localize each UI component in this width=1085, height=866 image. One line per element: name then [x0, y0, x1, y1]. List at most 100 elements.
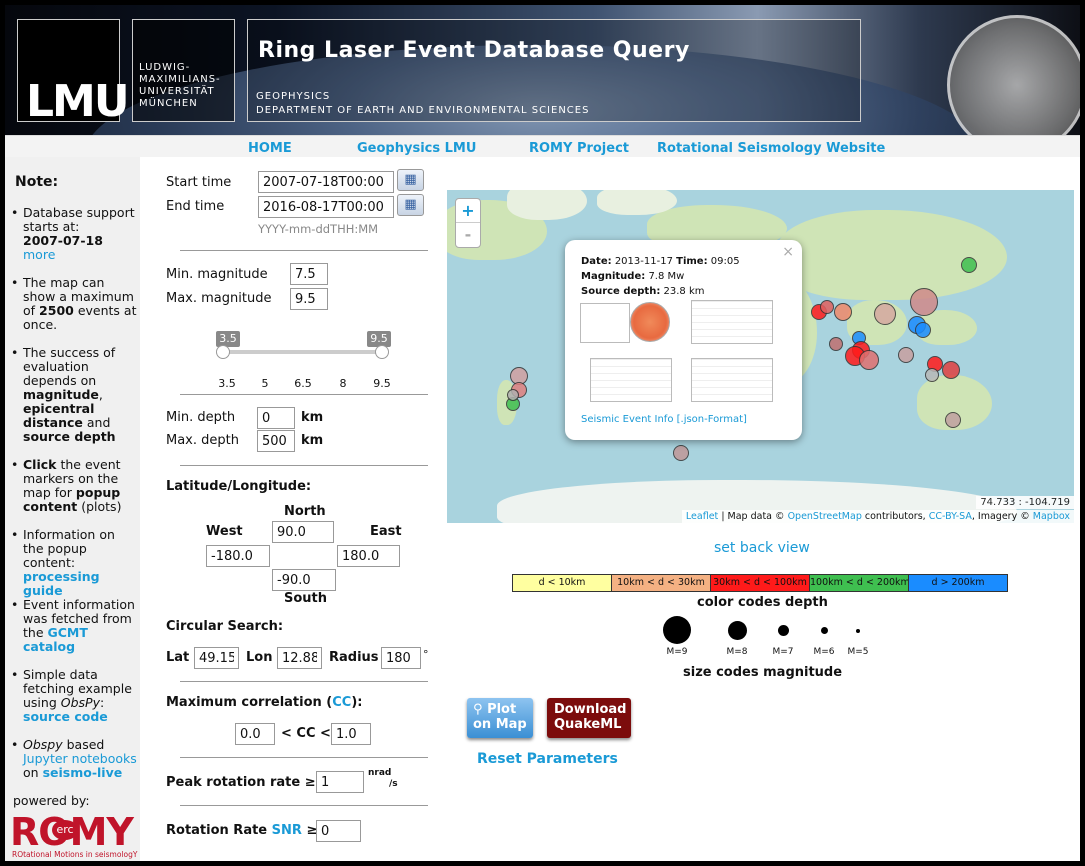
north-input[interactable]	[272, 521, 334, 543]
depth-bin: 30km < d < 100km	[711, 575, 810, 591]
event-marker[interactable]	[961, 257, 977, 273]
land-shape	[507, 190, 587, 220]
popup-plot-thumbnail[interactable]	[590, 358, 672, 402]
depth-bin: d < 10km	[513, 575, 612, 591]
zoom-control: + -	[455, 198, 481, 248]
lat-input[interactable]	[194, 647, 239, 669]
magnitude-legend-caption: size codes magnitude	[683, 665, 843, 680]
cc-max-input[interactable]	[331, 723, 371, 745]
cc-by-sa-link[interactable]: CC-BY-SA	[929, 511, 972, 522]
zoom-in-button[interactable]: +	[456, 199, 480, 223]
end-time-input[interactable]	[258, 196, 394, 218]
popup-plot-thumbnail[interactable]	[580, 303, 630, 343]
event-marker[interactable]	[829, 337, 843, 351]
note-bold: source depth	[23, 429, 116, 444]
processing-guide-link[interactable]: processing guide	[23, 569, 100, 598]
cc-min-input[interactable]	[235, 723, 275, 745]
nav-home-link[interactable]: HOME	[248, 141, 292, 156]
popup-label: Magnitude:	[581, 271, 646, 282]
popup-depth: 23.8 km	[663, 286, 705, 297]
depth-bin: 100km < d < 200km	[810, 575, 909, 591]
event-marker[interactable]	[507, 389, 519, 401]
lmu-logo-box[interactable]: LMU	[17, 19, 130, 127]
slider-high-handle[interactable]	[375, 345, 389, 359]
plot-on-map-button[interactable]: ⚲ Plot on Map	[467, 698, 533, 738]
radius-input[interactable]	[381, 647, 421, 669]
west-input[interactable]	[206, 545, 270, 567]
zoom-out-button[interactable]: -	[456, 223, 480, 247]
leaflet-link[interactable]: Leaflet	[686, 511, 718, 522]
min-magnitude-input[interactable]	[290, 263, 328, 285]
download-quakeml-button[interactable]: Download QuakeML	[547, 698, 631, 738]
nav-geophysics-link[interactable]: Geophysics LMU	[357, 141, 476, 156]
reset-parameters-link[interactable]: Reset Parameters	[477, 751, 618, 767]
seismo-live-link[interactable]: seismo-live	[43, 765, 123, 780]
max-depth-input[interactable]	[257, 430, 295, 452]
east-input[interactable]	[337, 545, 400, 567]
snr-input[interactable]	[316, 820, 361, 842]
page-title: Ring Laser Event Database Query	[258, 38, 690, 63]
end-calendar-icon[interactable]: ▦	[397, 194, 424, 216]
max-events-number: 2500	[39, 303, 74, 318]
nav-rotational-link[interactable]: Rotational Seismology Website	[657, 141, 885, 156]
event-marker[interactable]	[820, 300, 834, 314]
peak-rotation-input[interactable]	[316, 771, 364, 793]
close-icon[interactable]: ×	[782, 244, 794, 260]
magnitude-label: M=5	[847, 647, 869, 657]
popup-globe-thumbnail[interactable]	[630, 302, 670, 342]
min-depth-input[interactable]	[257, 407, 295, 429]
note-gcmt: • Event information was fetched from the…	[11, 597, 135, 654]
event-marker[interactable]	[834, 303, 852, 321]
max-depth-label: Max. depth	[166, 433, 239, 448]
peak-rotation-label: Peak rotation rate ≥	[166, 775, 316, 790]
lmu-logo: LMU	[26, 76, 130, 127]
popup-label: Time:	[676, 256, 708, 267]
note-text: Information on the popup content:	[23, 527, 115, 570]
popup-label: Date:	[581, 256, 612, 267]
lon-label: Lon	[246, 650, 273, 665]
event-marker[interactable]	[673, 445, 689, 461]
event-map[interactable]: + - × Date: 2013-11-17 Time: 09:05 Magni…	[447, 190, 1074, 523]
event-marker[interactable]	[925, 368, 939, 382]
south-input[interactable]	[272, 569, 336, 591]
romy-logo[interactable]: ROMY erc ROtational Motions in seismolog…	[10, 810, 138, 860]
start-date-text: 2007-07-18	[23, 233, 103, 248]
note-max-events: • The map can show a maximum of 2500 eve…	[11, 275, 137, 332]
depth-bin: 10km < d < 30km	[612, 575, 711, 591]
jupyter-notebooks-link[interactable]: Jupyter notebooks	[23, 751, 137, 766]
snr-link[interactable]: SNR	[272, 823, 302, 838]
popup-plot-thumbnail[interactable]	[691, 300, 773, 344]
osm-link[interactable]: OpenStreetMap	[788, 511, 862, 522]
event-marker[interactable]	[859, 350, 879, 370]
event-marker[interactable]	[898, 347, 914, 363]
event-marker[interactable]	[942, 361, 960, 379]
degree-unit: °	[423, 648, 429, 661]
max-magnitude-input[interactable]	[290, 288, 328, 310]
cc-link[interactable]: CC	[332, 695, 351, 710]
set-back-view-link[interactable]: set back view	[714, 540, 810, 556]
mapbox-link[interactable]: Mapbox	[1033, 511, 1070, 522]
start-calendar-icon[interactable]: ▦	[397, 169, 424, 191]
more-link[interactable]: more	[23, 247, 55, 262]
east-label: East	[370, 524, 402, 539]
north-label: North	[284, 504, 326, 519]
note-evaluation: • The success of evaluation depends on m…	[11, 345, 116, 444]
download-button-label: QuakeML	[554, 717, 622, 732]
event-marker[interactable]	[874, 303, 896, 325]
slider-low-handle[interactable]	[216, 345, 230, 359]
nav-romy-link[interactable]: ROMY Project	[529, 141, 629, 156]
source-code-link[interactable]: source code	[23, 709, 108, 724]
event-marker[interactable]	[915, 322, 931, 338]
magnitude-slider-track[interactable]	[223, 350, 383, 354]
seismic-event-info-link[interactable]: Seismic Event Info [.json-Format]	[581, 414, 747, 425]
start-time-input[interactable]	[258, 171, 394, 193]
lon-input[interactable]	[277, 647, 322, 669]
note-italic: Obspy	[23, 737, 63, 752]
event-marker[interactable]	[945, 412, 961, 428]
divider	[180, 805, 428, 806]
magnitude-dot	[856, 629, 860, 633]
event-marker[interactable]	[910, 288, 938, 316]
popup-plot-thumbnail[interactable]	[691, 358, 773, 402]
popup-date: 2013-11-17	[614, 256, 673, 267]
km-unit: km	[301, 433, 324, 448]
